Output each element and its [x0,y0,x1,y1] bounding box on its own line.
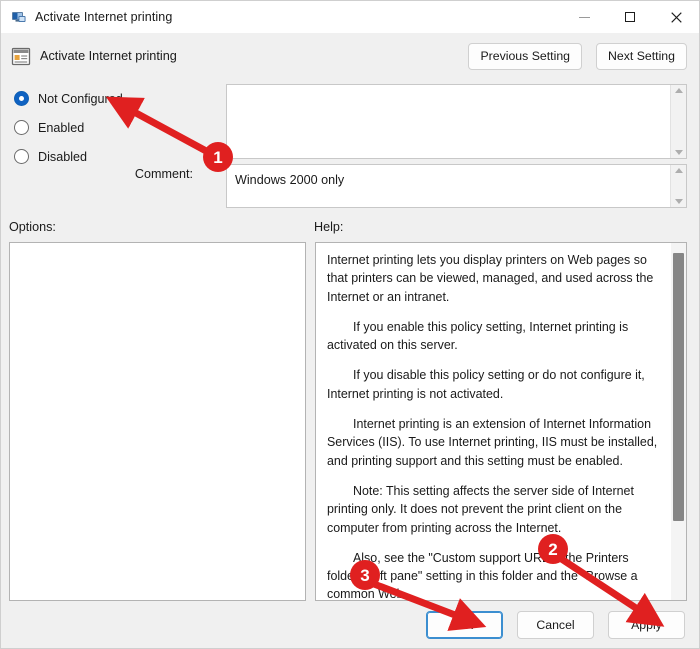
window-controls [561,1,699,33]
ok-button[interactable]: OK [426,610,503,639]
radio-label-not-configured: Not Configured [38,91,123,106]
radio-label-disabled: Disabled [38,149,88,164]
scroll-up-icon[interactable] [674,88,683,93]
help-panel: Internet printing lets you display print… [315,242,687,601]
policy-state-section: Not Configured Enabled Disabled Comment:… [1,79,699,261]
supported-on-field: Windows 2000 only [226,164,687,208]
previous-setting-button[interactable]: Previous Setting [468,42,582,70]
radio-label-enabled: Enabled [38,120,85,135]
help-content: Internet printing lets you display print… [316,243,671,600]
policy-name: Activate Internet printing [40,49,177,63]
help-scrollbar-thumb[interactable] [673,253,684,521]
radio-enabled[interactable]: Enabled [14,113,184,142]
close-button[interactable] [653,1,699,33]
next-setting-button[interactable]: Next Setting [596,42,687,70]
panels-row: Internet printing lets you display print… [1,242,699,601]
panel-labels: Options: Help: [1,216,699,242]
help-label: Help: [314,220,344,234]
title-bar: Activate Internet printing [1,1,699,33]
comment-field[interactable] [226,84,687,159]
help-paragraph: Note: This setting affects the server si… [327,483,634,535]
options-label: Options: [9,220,56,234]
window-title: Activate Internet printing [35,10,173,24]
comment-label: Comment: [134,167,193,181]
group-policy-setting-icon [11,47,31,66]
radio-not-configured[interactable]: Not Configured [14,84,184,113]
radio-mark-icon [14,149,29,164]
help-scrollbar[interactable] [671,243,686,600]
computer-monitor-icon [11,9,27,25]
help-paragraph: Internet printing lets you display print… [327,253,654,304]
scroll-down-icon[interactable] [674,199,683,204]
policy-state-radio-group: Not Configured Enabled Disabled [14,84,184,171]
setting-nav-buttons: Previous Setting Next Setting [468,42,687,70]
radio-mark-icon [14,120,29,135]
maximize-button[interactable] [607,1,653,33]
comment-value[interactable] [227,85,670,158]
group-policy-setting-dialog: Activate Internet printing Activate Inte… [0,0,700,649]
scroll-up-icon[interactable] [674,168,683,173]
minimize-button[interactable] [561,1,607,33]
apply-button[interactable]: Apply [608,610,685,639]
supported-on-value: Windows 2000 only [235,173,345,187]
options-panel[interactable] [9,242,306,601]
cancel-button[interactable]: Cancel [517,610,594,639]
comment-scrollbar[interactable] [670,85,686,158]
policy-header: Activate Internet printing Previous Sett… [1,33,699,79]
supported-on-scrollbar[interactable] [670,165,686,207]
scroll-down-icon[interactable] [674,150,683,155]
help-paragraph: Also, see the "Custom support URL in the… [327,550,638,600]
dialog-footer: OK Cancel Apply [1,601,699,648]
help-paragraph: If you disable this policy setting or do… [327,368,645,401]
radio-mark-selected-icon [14,91,29,106]
options-content [10,243,305,600]
help-paragraph: If you enable this policy setting, Inter… [327,319,629,353]
help-paragraph: Internet printing is an extension of Int… [327,417,658,468]
